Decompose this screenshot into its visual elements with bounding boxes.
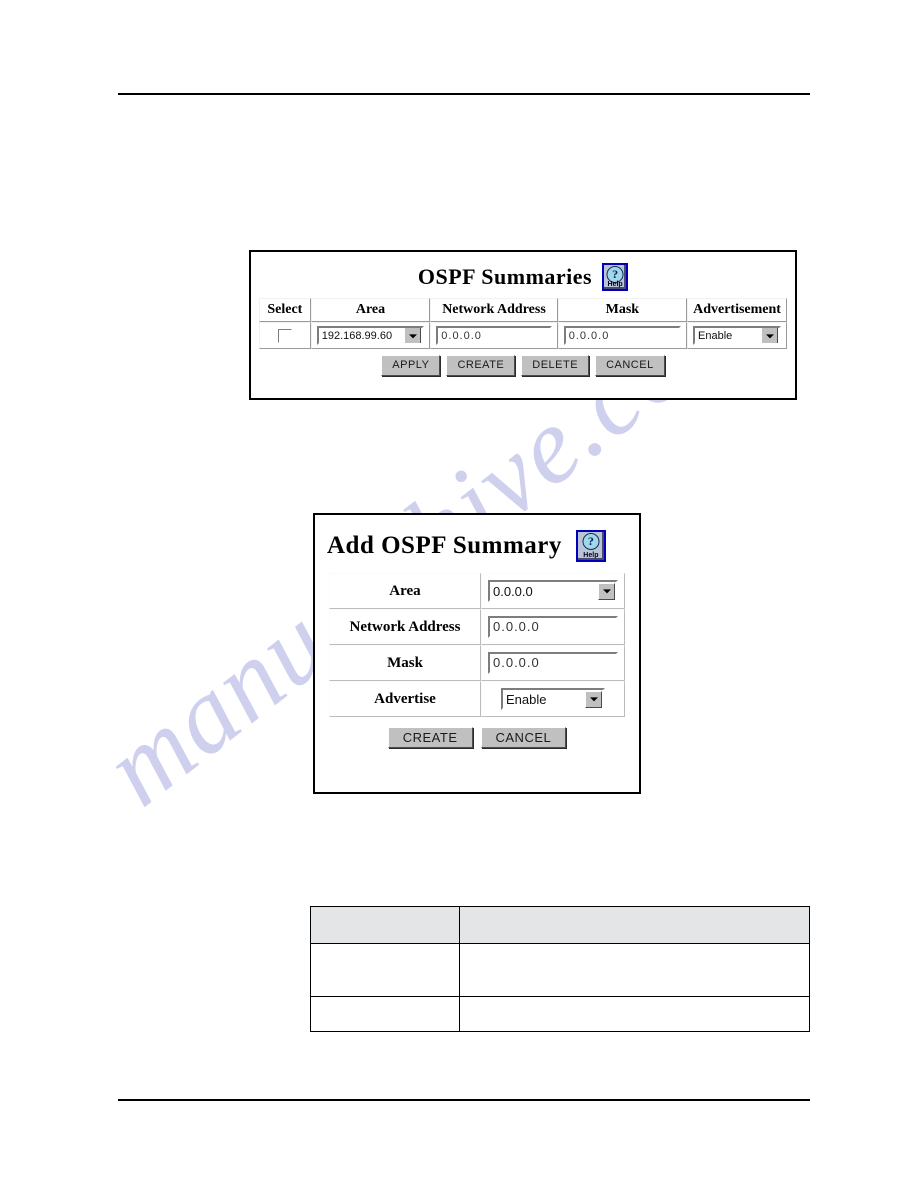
apply-button[interactable]: APPLY	[381, 355, 441, 376]
help-button-label: Help	[583, 552, 599, 559]
help-button[interactable]: ? Help	[575, 530, 606, 562]
create-button[interactable]: CREATE	[387, 727, 473, 748]
ospf-summaries-panel: OSPF Summaries ? Help Select Area Networ…	[249, 250, 797, 400]
add-ospf-summary-panel: Add OSPF Summary ? Help Area 0.0.0.0 Net…	[313, 513, 641, 794]
create-button[interactable]: CREATE	[446, 355, 516, 376]
table-row	[310, 943, 810, 997]
form-row-advertise: Advertise Enable	[329, 681, 625, 717]
help-button-label: Help	[607, 281, 623, 288]
ospf-summaries-title: OSPF Summaries	[417, 264, 593, 289]
column-header-network-address: Network Address	[430, 298, 558, 322]
add-ospf-summary-title-row: Add OSPF Summary ? Help	[315, 515, 639, 573]
area-dropdown-value: 0.0.0.0	[493, 583, 533, 599]
chevron-down-icon[interactable]	[404, 328, 422, 343]
add-ospf-summary-title: Add OSPF Summary	[327, 532, 562, 559]
description-table	[310, 906, 810, 1032]
description-table-cell-description	[459, 996, 810, 1032]
network-address-input[interactable]: 0.0.0.0	[488, 616, 618, 638]
network-address-input[interactable]: 0.0.0.0	[436, 326, 552, 345]
cell-advertisement: Enable	[687, 322, 787, 349]
description-table-header-field	[310, 906, 460, 944]
area-dropdown[interactable]: 192.168.99.60	[316, 326, 425, 345]
description-table-header-row	[310, 906, 810, 944]
form-row-network-address: Network Address 0.0.0.0	[329, 609, 625, 645]
advertise-dropdown[interactable]: Enable	[501, 688, 605, 710]
table-row	[310, 996, 810, 1032]
mask-input[interactable]: 0.0.0.0	[488, 652, 618, 674]
field-control-area: 0.0.0.0	[481, 573, 625, 609]
field-label-mask: Mask	[329, 645, 481, 681]
ospf-summaries-title-row: OSPF Summaries ? Help	[251, 252, 795, 298]
delete-button[interactable]: DELETE	[521, 355, 590, 376]
description-table-cell-field	[310, 943, 460, 997]
form-row-area: Area 0.0.0.0	[329, 573, 625, 609]
field-control-mask: 0.0.0.0	[481, 645, 625, 681]
mask-input[interactable]: 0.0.0.0	[563, 326, 682, 345]
field-control-advertise: Enable	[481, 681, 625, 717]
table-row: 192.168.99.60 0.0.0.0 0.0.0.0 Enable	[259, 322, 787, 349]
add-ospf-summary-form: Area 0.0.0.0 Network Address 0.0.0.0 Mas…	[329, 573, 625, 717]
ospf-summaries-button-row: APPLY CREATE DELETE CANCEL	[251, 355, 795, 376]
cell-network-address: 0.0.0.0	[430, 322, 558, 349]
cell-mask: 0.0.0.0	[557, 322, 688, 349]
cancel-button[interactable]: CANCEL	[595, 355, 665, 376]
advertisement-dropdown-value: Enable	[698, 329, 733, 342]
area-dropdown[interactable]: 0.0.0.0	[488, 580, 618, 602]
help-button[interactable]: ? Help	[602, 263, 629, 291]
cell-area: 192.168.99.60	[310, 322, 431, 349]
field-label-area: Area	[329, 573, 481, 609]
chevron-down-icon[interactable]	[761, 328, 778, 343]
description-table-cell-field	[310, 996, 460, 1032]
ospf-summaries-table: Select Area Network Address Mask Adverti…	[259, 298, 787, 349]
form-row-mask: Mask 0.0.0.0	[329, 645, 625, 681]
cancel-button[interactable]: CANCEL	[480, 727, 567, 748]
column-header-mask: Mask	[557, 298, 688, 322]
description-table-cell-description	[459, 943, 810, 997]
table-header-row: Select Area Network Address Mask Adverti…	[259, 298, 787, 322]
advertise-dropdown-value: Enable	[506, 691, 547, 707]
add-ospf-summary-button-row: CREATE CANCEL	[315, 727, 639, 748]
field-label-advertise: Advertise	[329, 681, 481, 717]
area-dropdown-value: 192.168.99.60	[321, 329, 393, 342]
description-table-header-description	[459, 906, 810, 944]
column-header-select: Select	[259, 298, 311, 322]
chevron-down-icon[interactable]	[598, 582, 615, 600]
header-rule	[118, 93, 810, 95]
advertisement-dropdown[interactable]: Enable	[693, 326, 781, 345]
select-checkbox[interactable]	[277, 328, 292, 343]
cell-select	[259, 322, 311, 349]
field-control-network-address: 0.0.0.0	[481, 609, 625, 645]
column-header-advertisement: Advertisement	[687, 298, 787, 322]
chevron-down-icon[interactable]	[585, 690, 602, 708]
field-label-network-address: Network Address	[329, 609, 481, 645]
question-mark-icon: ?	[582, 533, 600, 550]
footer-rule	[118, 1099, 810, 1101]
column-header-area: Area	[310, 298, 431, 322]
